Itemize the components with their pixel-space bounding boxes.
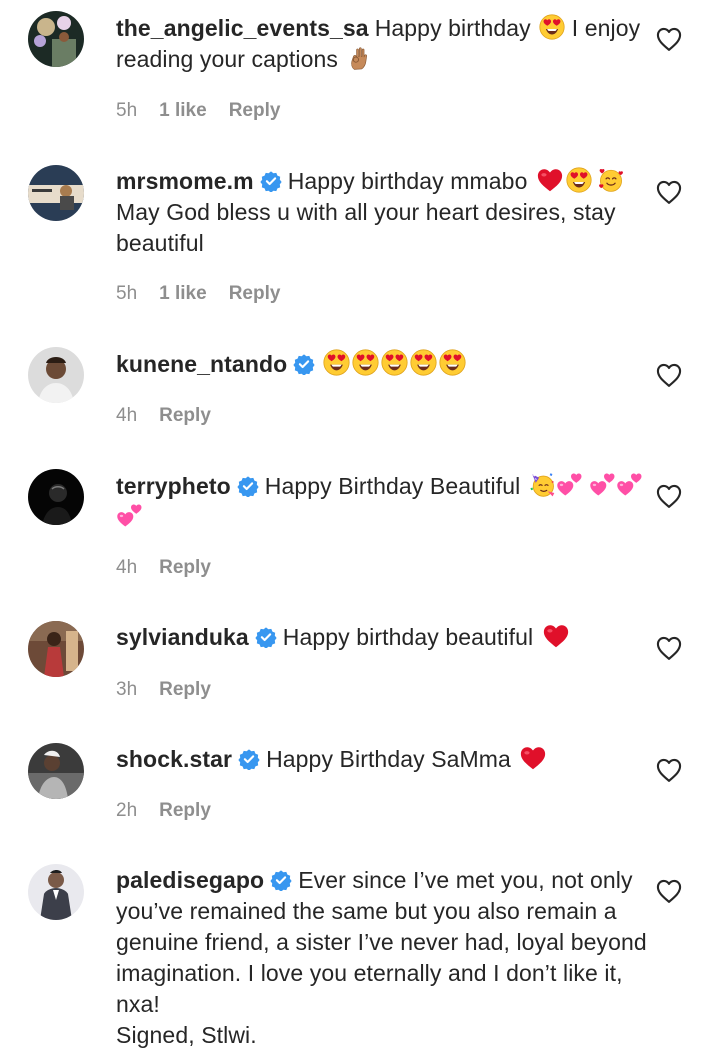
reply-button[interactable]: Reply xyxy=(229,283,281,304)
heart-eyes-emoji xyxy=(439,349,466,376)
red-heart-emoji xyxy=(536,167,564,193)
verified-badge-icon xyxy=(238,748,260,770)
username[interactable]: the_angelic_events_sa xyxy=(116,15,369,41)
comment-message: Happy Birthday Beautiful xyxy=(264,473,521,499)
ok-hand-emoji xyxy=(347,45,373,71)
timestamp: 4h xyxy=(116,557,138,578)
like-count[interactable]: 1 like xyxy=(159,100,207,121)
comment-text: the_angelic_events_sa Happy birthday I en… xyxy=(116,13,651,75)
timestamp: 2h xyxy=(116,800,138,821)
two-hearts-emoji xyxy=(556,471,583,498)
comment-message: Happy birthday xyxy=(374,15,531,41)
username[interactable]: mrsmome.m xyxy=(116,168,254,194)
partying-face-emoji xyxy=(529,471,556,498)
heart-outline-icon[interactable] xyxy=(655,635,683,661)
comment-message-continued: May God bless u with all your heart desi… xyxy=(116,199,616,256)
comment-meta: 4h Reply xyxy=(116,555,233,581)
heart-eyes-emoji xyxy=(566,167,592,193)
timestamp: 3h xyxy=(116,679,138,700)
avatar[interactable] xyxy=(28,743,84,799)
heart-eyes-emoji xyxy=(323,349,350,376)
comment-message: Happy birthday beautiful xyxy=(282,624,534,650)
heart-eyes-emoji xyxy=(410,349,437,376)
comment-text: shock.star Happy Birthday SaMma xyxy=(116,744,651,775)
comment-text: mrsmome.m Happy birthday mmabo May God bl… xyxy=(116,166,651,259)
comment-text: terrypheto Happy Birthday Beautiful xyxy=(116,471,651,533)
reply-button[interactable]: Reply xyxy=(159,679,211,700)
verified-badge-icon xyxy=(237,475,259,497)
comment-text: paledisegapo Ever since I’ve met you, not… xyxy=(116,865,651,1051)
username[interactable]: kunene_ntando xyxy=(116,351,287,377)
avatar[interactable] xyxy=(28,165,84,221)
comment-message: Happy Birthday SaMma xyxy=(266,746,511,772)
smiling-face-with-hearts-emoji xyxy=(598,167,624,193)
comment-meta: 5h 1 like Reply xyxy=(116,98,302,124)
reply-button[interactable]: Reply xyxy=(159,405,211,426)
reply-button[interactable]: Reply xyxy=(159,557,211,578)
heart-outline-icon[interactable] xyxy=(655,362,683,388)
heart-eyes-emoji xyxy=(381,349,408,376)
heart-outline-icon[interactable] xyxy=(655,483,683,509)
avatar[interactable] xyxy=(28,11,84,67)
heart-outline-icon[interactable] xyxy=(655,179,683,205)
verified-badge-icon xyxy=(293,353,315,375)
comment-text: sylvianduka Happy birthday beautiful xyxy=(116,622,651,653)
username[interactable]: sylvianduka xyxy=(116,624,249,650)
heart-outline-icon[interactable] xyxy=(655,26,683,52)
red-heart-emoji xyxy=(519,745,547,771)
avatar[interactable] xyxy=(28,864,84,920)
comment-meta: 4h Reply xyxy=(116,403,233,429)
username[interactable]: paledisegapo xyxy=(116,867,264,893)
username[interactable]: shock.star xyxy=(116,746,232,772)
heart-eyes-emoji xyxy=(539,14,565,40)
comment-meta: 2h Reply xyxy=(116,798,233,824)
timestamp: 5h xyxy=(116,100,138,121)
avatar[interactable] xyxy=(28,469,84,525)
red-heart-emoji xyxy=(542,623,570,649)
like-count[interactable]: 1 like xyxy=(159,283,207,304)
heart-outline-icon[interactable] xyxy=(655,757,683,783)
comment-meta: 3h Reply xyxy=(116,677,233,703)
verified-badge-icon xyxy=(260,170,282,192)
reply-button[interactable]: Reply xyxy=(229,100,281,121)
comment-signature: Signed, Stlwi. xyxy=(116,1022,257,1048)
two-hearts-emoji xyxy=(116,502,143,529)
two-hearts-emoji xyxy=(589,471,616,498)
verified-badge-icon xyxy=(270,869,292,891)
comment-meta: 5h 1 like Reply xyxy=(116,281,302,307)
verified-badge-icon xyxy=(255,626,277,648)
reply-button[interactable]: Reply xyxy=(159,800,211,821)
comment-text: kunene_ntando xyxy=(116,349,651,380)
heart-eyes-emoji xyxy=(352,349,379,376)
heart-outline-icon[interactable] xyxy=(655,878,683,904)
timestamp: 5h xyxy=(116,283,138,304)
two-hearts-emoji xyxy=(616,471,643,498)
comment-message: Happy birthday mmabo xyxy=(287,168,528,194)
timestamp: 4h xyxy=(116,405,138,426)
username[interactable]: terrypheto xyxy=(116,473,231,499)
avatar[interactable] xyxy=(28,347,84,403)
avatar[interactable] xyxy=(28,621,84,677)
